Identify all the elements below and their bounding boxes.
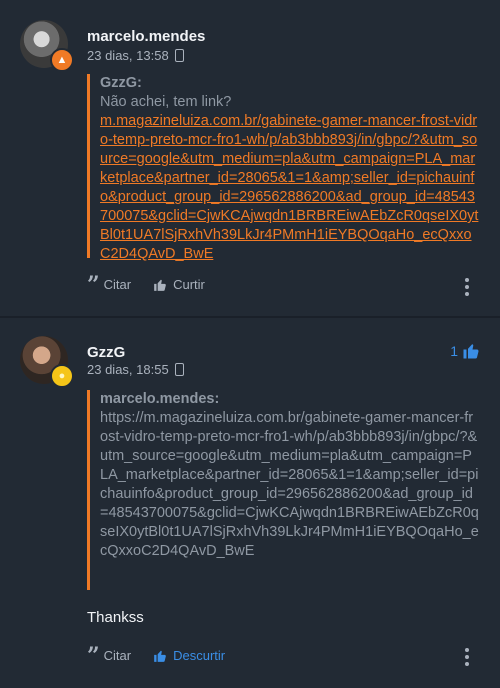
quote-button-label: Citar xyxy=(103,277,132,292)
quote-button[interactable]: ” Citar xyxy=(87,642,132,669)
mobile-icon xyxy=(174,49,184,62)
post-actions: ” Citar Curtir xyxy=(87,271,205,298)
thumbs-up-icon xyxy=(154,279,166,291)
quote-button-label: Citar xyxy=(103,648,132,663)
post-author[interactable]: GzzG xyxy=(87,344,125,361)
quote-text: https://m.magazineluiza.com.br/gabinete-… xyxy=(100,410,479,559)
quote-text: Não achei, tem link? xyxy=(100,94,232,110)
quote-link[interactable]: m.magazineluiza.com.br/gabinete-gamer-ma… xyxy=(100,112,479,264)
quote-block: GzzG: Não achei, tem link? m.magazinelui… xyxy=(87,74,479,262)
quote-block: marcelo.mendes: https://m.magazineluiza.… xyxy=(87,390,479,590)
thumbs-up-icon xyxy=(154,650,166,662)
flame-icon: ▲ xyxy=(50,48,74,72)
quote-author[interactable]: GzzG: xyxy=(100,74,479,93)
more-options-icon[interactable] xyxy=(465,648,469,666)
post-meta: 23 dias, 18:55 xyxy=(87,362,184,377)
quote-author[interactable]: marcelo.mendes: xyxy=(100,390,479,409)
post-actions: ” Citar Descurtir xyxy=(87,642,225,669)
post-meta: 23 dias, 13:58 xyxy=(87,48,184,63)
post-marcelo: ▲ marcelo.mendes 23 dias, 13:58 GzzG: Nã… xyxy=(0,0,500,316)
like-button-label: Curtir xyxy=(173,277,205,292)
post-author[interactable]: marcelo.mendes xyxy=(87,28,205,45)
sun-icon: ● xyxy=(50,364,74,388)
like-count-value: 1 xyxy=(450,343,458,359)
unlike-button[interactable]: Descurtir xyxy=(153,648,225,663)
thumbs-up-icon xyxy=(463,344,479,359)
quote-icon: ” xyxy=(87,642,100,669)
quote-icon: ” xyxy=(87,271,100,298)
mobile-icon xyxy=(174,363,184,376)
post-time: 23 dias, 18:55 xyxy=(87,362,169,377)
unlike-button-label: Descurtir xyxy=(173,648,226,663)
like-button[interactable]: Curtir xyxy=(153,277,205,292)
like-count[interactable]: 1 xyxy=(450,342,480,360)
post-time: 23 dias, 13:58 xyxy=(87,48,169,63)
more-options-icon[interactable] xyxy=(465,278,469,296)
post-body: Thankss xyxy=(87,609,144,626)
quote-button[interactable]: ” Citar xyxy=(87,271,132,298)
